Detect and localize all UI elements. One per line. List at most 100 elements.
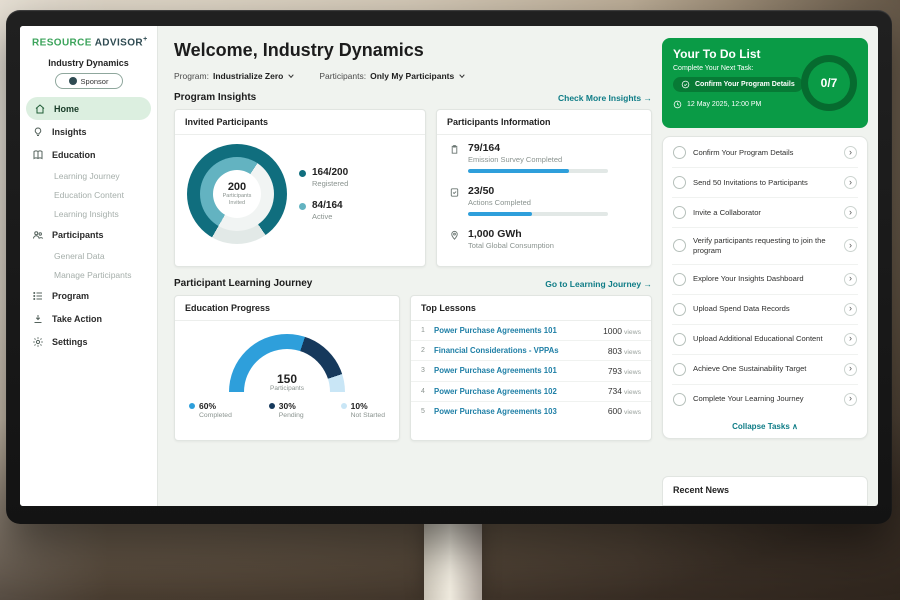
action-arrow-icon (32, 313, 44, 325)
task-checkbox[interactable] (673, 239, 686, 252)
stat-value: 79/164 (468, 142, 608, 154)
logo-plus: + (143, 36, 148, 43)
legend-value: 10% (351, 401, 368, 411)
chevron-right-icon[interactable]: › (844, 303, 857, 316)
stat-emission-survey: 79/164 Emission Survey Completed (437, 135, 651, 178)
task-checkbox[interactable] (673, 393, 686, 406)
sidebar-item-learning-insights[interactable]: Learning Insights (20, 204, 157, 223)
chevron-right-icon[interactable]: › (844, 363, 857, 376)
chevron-right-icon[interactable]: › (844, 393, 857, 406)
sponsor-label: Sponsor (81, 77, 109, 86)
lesson-title-link[interactable]: Power Purchase Agreements 103 (434, 407, 600, 416)
logo-primary: RESOURCE (32, 37, 92, 48)
arrow-right-icon: → (644, 279, 653, 289)
chevron-right-icon[interactable]: › (844, 176, 857, 189)
task-row-upload-spend-data[interactable]: Upload Spend Data Records › (672, 295, 858, 325)
chevron-right-icon[interactable]: › (844, 146, 857, 159)
card-title: Top Lessons (411, 296, 651, 321)
check-more-insights-link[interactable]: Check More Insights → (558, 93, 652, 103)
invited-participants-card: Invited Participants 200 Participants In… (174, 109, 426, 267)
lesson-title-link[interactable]: Power Purchase Agreements 101 (434, 366, 600, 375)
legend-dot (189, 403, 195, 409)
lesson-rank: 3 (421, 367, 434, 374)
stat-label: Total Global Consumption (468, 241, 554, 250)
logo-secondary: ADVISOR (95, 37, 143, 48)
task-row-confirm-program[interactable]: Confirm Your Program Details › (672, 138, 858, 168)
sidebar-item-participants[interactable]: Participants (20, 223, 157, 246)
lesson-rank: 5 (421, 408, 434, 415)
collapse-tasks-button[interactable]: Collapse Tasks ∧ (672, 414, 858, 438)
legend-item-completed: 60% Completed (189, 401, 232, 419)
sidebar-item-label: General Data (54, 251, 105, 261)
task-label: Achieve One Sustainability Target (693, 364, 837, 374)
chevron-right-icon[interactable]: › (844, 333, 857, 346)
sidebar-item-education[interactable]: Education (20, 143, 157, 166)
sidebar-item-take-action[interactable]: Take Action (20, 307, 157, 330)
lesson-title-link[interactable]: Power Purchase Agreements 102 (434, 387, 600, 396)
sidebar-item-program[interactable]: Program (20, 284, 157, 307)
check-circle-icon (681, 80, 690, 89)
task-label: Verify participants requesting to join t… (693, 236, 837, 256)
sidebar-item-settings[interactable]: Settings (20, 330, 157, 353)
people-icon (32, 229, 44, 241)
legend-value: 84/164 (312, 200, 343, 211)
participants-information-card: Participants Information 79/164 Emission… (436, 109, 652, 267)
sidebar-item-home[interactable]: Home (26, 97, 151, 120)
gauge-value: 150 (229, 373, 345, 385)
progress-bar (468, 212, 608, 216)
task-row-complete-learning-journey[interactable]: Complete Your Learning Journey › (672, 385, 858, 414)
chevron-right-icon[interactable]: › (844, 273, 857, 286)
card-title: Education Progress (175, 296, 399, 321)
legend-item-pending: 30% Pending (269, 401, 304, 419)
task-checkbox[interactable] (673, 176, 686, 189)
task-checkbox[interactable] (673, 146, 686, 159)
sidebar-item-education-content[interactable]: Education Content (20, 185, 157, 204)
invited-total-label: Participants Invited (217, 193, 257, 207)
task-row-send-invitations[interactable]: Send 50 Invitations to Participants › (672, 168, 858, 198)
lesson-row: 1 Power Purchase Agreements 101 1000view… (411, 321, 651, 341)
chevron-right-icon[interactable]: › (844, 239, 857, 252)
legend-dot (269, 403, 275, 409)
task-row-explore-insights[interactable]: Explore Your Insights Dashboard › (672, 265, 858, 295)
lesson-title-link[interactable]: Power Purchase Agreements 101 (434, 326, 595, 335)
todo-panel: Your To Do List Complete Your Next Task:… (662, 26, 878, 506)
participants-filter-dropdown[interactable]: Participants: Only My Participants (319, 71, 466, 81)
task-checkbox[interactable] (673, 303, 686, 316)
program-filter-dropdown[interactable]: Program: Industrialize Zero (174, 71, 295, 81)
sidebar-item-learning-journey[interactable]: Learning Journey (20, 166, 157, 185)
chevron-right-icon[interactable]: › (844, 206, 857, 219)
sponsor-icon (69, 77, 77, 85)
task-row-upload-educational-content[interactable]: Upload Additional Educational Content › (672, 325, 858, 355)
due-date-text: 12 May 2025, 12:00 PM (687, 101, 761, 108)
dashboard-screen: RESOURCE ADVISOR+ Industry Dynamics Spon… (20, 26, 878, 506)
legend-label: Registered (312, 179, 348, 188)
legend-dot (299, 203, 306, 210)
card-title: Invited Participants (175, 110, 425, 135)
sidebar-item-insights[interactable]: Insights (20, 120, 157, 143)
sponsor-badge[interactable]: Sponsor (55, 73, 123, 89)
sidebar-item-manage-participants[interactable]: Manage Participants (20, 265, 157, 284)
legend-value: 30% (279, 401, 296, 411)
sidebar-item-label: Learning Insights (54, 209, 119, 219)
task-checkbox[interactable] (673, 273, 686, 286)
lesson-title-link[interactable]: Financial Considerations - VPPAs (434, 346, 600, 355)
page-title: Welcome, Industry Dynamics (174, 40, 652, 61)
task-checkbox[interactable] (673, 333, 686, 346)
education-gauge-center: 150 Participants (229, 373, 345, 392)
go-to-learning-journey-link[interactable]: Go to Learning Journey → (545, 279, 652, 289)
task-row-achieve-target[interactable]: Achieve One Sustainability Target › (672, 355, 858, 385)
gauge-label: Participants (229, 385, 345, 392)
task-checkbox[interactable] (673, 206, 686, 219)
todo-next-task[interactable]: Confirm Your Program Details (673, 77, 803, 92)
card-title: Participants Information (437, 110, 651, 135)
sidebar-item-label: Insights (52, 127, 87, 137)
sidebar-item-label: Take Action (52, 314, 102, 324)
sidebar-item-general-data[interactable]: General Data (20, 246, 157, 265)
task-checkbox[interactable] (673, 363, 686, 376)
progress-bar (468, 169, 608, 173)
task-row-verify-participants[interactable]: Verify participants requesting to join t… (672, 228, 858, 265)
legend-label: Active (312, 212, 343, 221)
legend-label: Pending (279, 412, 304, 419)
legend-dot (341, 403, 347, 409)
task-row-invite-collaborator[interactable]: Invite a Collaborator › (672, 198, 858, 228)
